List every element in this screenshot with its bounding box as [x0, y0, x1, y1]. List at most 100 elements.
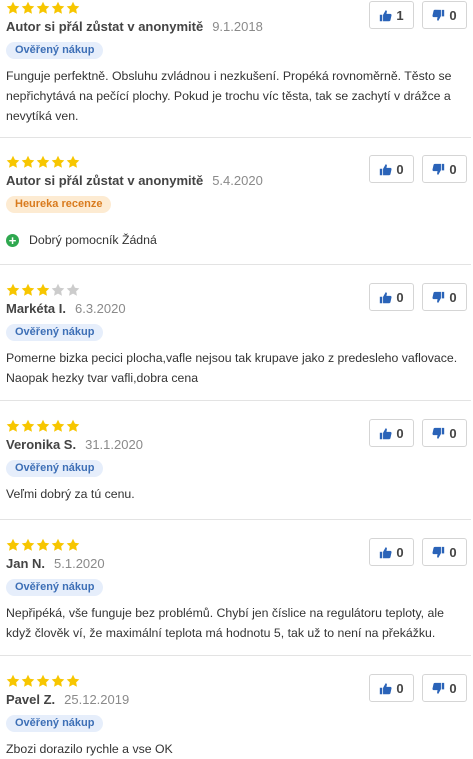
star-filled-icon — [36, 155, 50, 168]
dislike-count: 0 — [449, 425, 457, 441]
thumbs-down-icon — [432, 682, 445, 694]
star-empty-icon — [51, 283, 65, 296]
star-filled-icon — [51, 538, 65, 551]
review-author: Jan N. — [6, 556, 46, 571]
verified-purchase-badge: Ověřený nákup — [6, 324, 104, 341]
dislike-count: 0 — [449, 7, 457, 23]
review-text: Pomerne bizka pecici plocha,vafle nejsou… — [6, 351, 458, 385]
thumbs-down-icon — [432, 291, 445, 303]
review-text: Funguje perfektně. Obsluhu zvládnou i ne… — [6, 69, 452, 123]
plus-circle-icon: + — [6, 233, 19, 247]
review-item: Pavel Z. 25.12.2019 Ověřený nákup Zbozi … — [0, 674, 471, 758]
star-filled-icon — [51, 1, 65, 14]
review-author: Autor si přál zůstat v anonymitě — [6, 173, 204, 188]
verified-purchase-badge: Ověřený nákup — [6, 579, 104, 596]
review-date: 9.1.2018 — [212, 19, 263, 34]
review-item: Veronika S. 31.1.2020 Ověřený nákup Veľm… — [0, 419, 471, 520]
like-button[interactable]: 0 — [369, 419, 414, 447]
review-date: 31.1.2020 — [85, 437, 143, 452]
star-filled-icon — [51, 419, 65, 432]
star-filled-icon — [6, 283, 20, 296]
dislike-button[interactable]: 0 — [422, 674, 467, 702]
like-button[interactable]: 0 — [369, 674, 414, 702]
star-filled-icon — [36, 674, 50, 687]
review-text: Veľmi dobrý za tú cenu. — [6, 487, 135, 501]
dislike-button[interactable]: 0 — [422, 419, 467, 447]
review-author: Markéta I. — [6, 301, 66, 316]
thumbs-up-icon — [380, 682, 392, 694]
thumbs-down-icon — [432, 163, 445, 175]
review-date: 25.12.2019 — [64, 692, 130, 707]
star-rating — [6, 155, 80, 169]
star-empty-icon — [66, 283, 80, 296]
pro-text: Dobrý pomocník Žádná — [29, 233, 157, 247]
dislike-count: 0 — [449, 680, 457, 696]
like-count: 0 — [396, 161, 404, 177]
star-filled-icon — [36, 419, 50, 432]
review-item: Autor si přál zůstat v anonymitě 5.4.202… — [0, 155, 471, 265]
thumbs-up-icon — [380, 546, 392, 558]
dislike-button[interactable]: 0 — [422, 155, 467, 183]
star-filled-icon — [6, 419, 20, 432]
star-filled-icon — [51, 155, 65, 168]
like-count: 0 — [396, 544, 404, 560]
star-filled-icon — [6, 538, 20, 551]
review-date: 5.1.2020 — [54, 556, 105, 571]
verified-purchase-badge: Ověřený nákup — [6, 42, 104, 59]
thumbs-down-icon — [432, 546, 445, 558]
review-author: Pavel Z. — [6, 692, 56, 707]
star-filled-icon — [51, 674, 65, 687]
thumbs-down-icon — [432, 427, 445, 439]
review-meta: Autor si přál zůstat v anonymitě 5.4.202… — [6, 173, 263, 188]
review-item: Jan N. 5.1.2020 Ověřený nákup Nepřipéká,… — [0, 538, 471, 656]
review-item: Autor si přál zůstat v anonymitě 9.1.201… — [0, 1, 471, 138]
star-rating — [6, 283, 80, 297]
review-author: Veronika S. — [6, 437, 77, 452]
review-date: 5.4.2020 — [212, 173, 263, 188]
star-filled-icon — [21, 674, 35, 687]
star-filled-icon — [36, 283, 50, 296]
star-filled-icon — [6, 155, 20, 168]
review-text: Nepřipéká, vše funguje bez problémů. Chy… — [6, 606, 444, 640]
star-rating — [6, 1, 80, 15]
dislike-button[interactable]: 0 — [422, 1, 467, 29]
star-filled-icon — [36, 1, 50, 14]
verified-purchase-badge: Ověřený nákup — [6, 460, 104, 477]
like-button[interactable]: 0 — [369, 538, 414, 566]
thumbs-up-icon — [380, 427, 392, 439]
verified-purchase-badge: Ověřený nákup — [6, 715, 104, 732]
review-date: 6.3.2020 — [74, 301, 126, 316]
dislike-button[interactable]: 0 — [422, 283, 467, 311]
thumbs-up-icon — [380, 291, 392, 303]
dislike-count: 0 — [449, 544, 457, 560]
star-filled-icon — [6, 674, 20, 687]
star-filled-icon — [66, 674, 80, 687]
dislike-button[interactable]: 0 — [422, 538, 467, 566]
review-meta: Veronika S. 31.1.2020 — [6, 437, 143, 452]
review-meta: Jan N. 5.1.2020 — [6, 556, 105, 571]
star-rating — [6, 419, 80, 433]
like-count: 0 — [396, 680, 404, 696]
star-filled-icon — [21, 155, 35, 168]
review-meta: Autor si přál zůstat v anonymitě 9.1.201… — [6, 19, 263, 34]
review-meta: Pavel Z. 25.12.2019 — [6, 692, 129, 707]
like-button[interactable]: 0 — [369, 283, 414, 311]
star-filled-icon — [21, 283, 35, 296]
star-filled-icon — [66, 419, 80, 432]
star-filled-icon — [66, 155, 80, 168]
star-filled-icon — [66, 1, 80, 14]
like-button[interactable]: 0 — [369, 155, 414, 183]
star-filled-icon — [36, 538, 50, 551]
review-author: Autor si přál zůstat v anonymitě — [6, 19, 204, 34]
star-filled-icon — [21, 1, 35, 14]
star-filled-icon — [6, 1, 20, 14]
like-button[interactable]: 1 — [369, 1, 414, 29]
thumbs-down-icon — [432, 9, 445, 21]
dislike-count: 0 — [449, 161, 457, 177]
review-item: Markéta I. 6.3.2020 Ověřený nákup Pomern… — [0, 283, 471, 401]
heureka-review-badge: Heureka recenze — [6, 196, 112, 213]
star-rating — [6, 538, 80, 552]
dislike-count: 0 — [449, 289, 457, 305]
thumbs-up-icon — [380, 9, 392, 21]
star-rating — [6, 674, 80, 688]
